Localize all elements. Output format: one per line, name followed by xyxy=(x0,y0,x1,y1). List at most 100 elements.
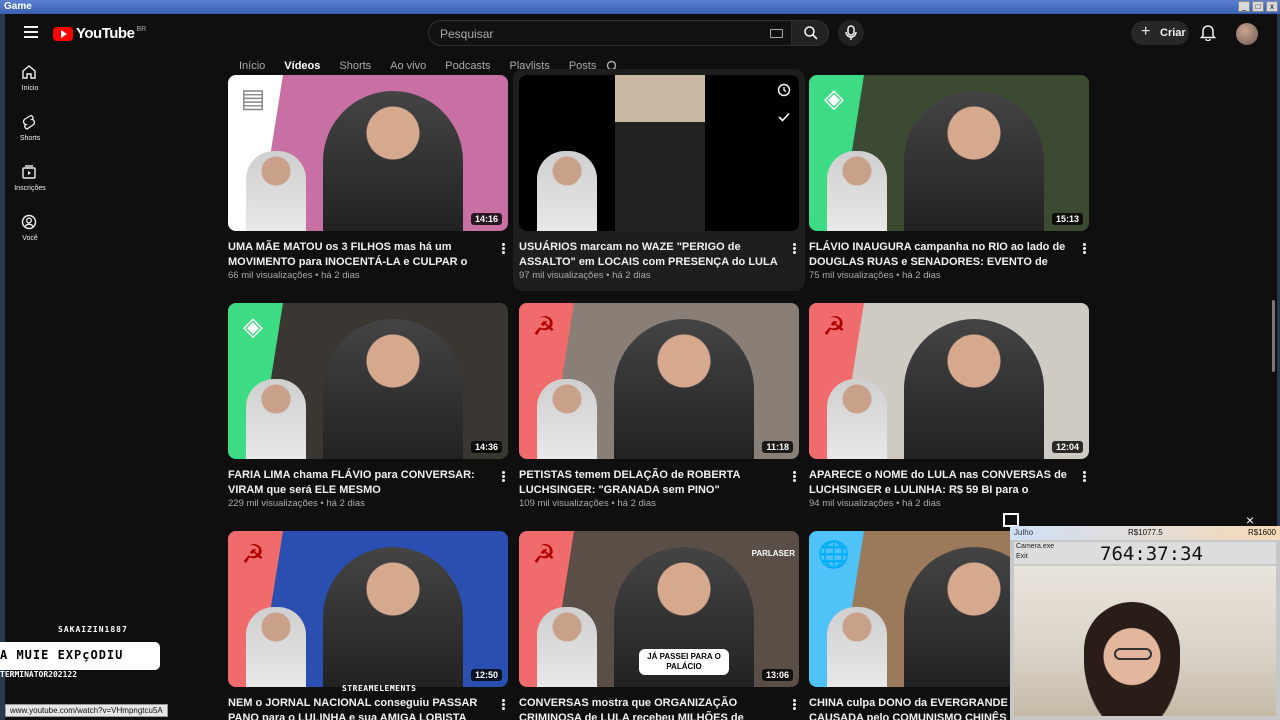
video-card[interactable]: ◈ 15:13 FLÁVIO INAUGURA campanha no RIO ao… xyxy=(809,75,1089,281)
thumbnail-subject xyxy=(323,547,463,687)
tab-home[interactable]: Início xyxy=(239,60,265,76)
video-card[interactable]: ◈ 14:36 FARIA LIMA chama FLÁVIO para CONVE… xyxy=(228,303,508,509)
sidebar: Início Shorts Inscrições Você xyxy=(5,54,55,254)
alert-message: A MUIE EXPçODIU xyxy=(0,648,124,662)
video-thumbnail[interactable]: ☭ JÁ PASSEI PARA O PALÁCIO PARLASER 13:06 xyxy=(519,531,799,687)
sidebar-item-label: Inscrições xyxy=(14,185,46,192)
video-card[interactable]: USUÁRIOS marcam no WAZE "PERIGO de ASSAL… xyxy=(513,69,805,291)
video-title[interactable]: USUÁRIOS marcam no WAZE "PERIGO de ASSAL… xyxy=(519,240,783,270)
video-duration: 14:36 xyxy=(470,441,502,453)
video-card[interactable]: ☭ 12:50 NEM o JORNAL NACIONAL conseguiu PA… xyxy=(228,531,508,720)
thumbnail-caption: JÁ PASSEI PARA O PALÁCIO xyxy=(639,649,729,675)
host-bearded-man xyxy=(246,379,306,459)
more-options-icon[interactable] xyxy=(1079,242,1089,256)
create-label: Criar xyxy=(1160,27,1186,39)
scrollbar-thumb[interactable] xyxy=(1272,300,1275,372)
cam-menu[interactable]: Exit xyxy=(1016,553,1028,560)
video-title[interactable]: APARECE o NOME do LULA nas CONVERSAS de … xyxy=(809,468,1073,498)
shorts-icon xyxy=(22,114,36,130)
host-bearded-man xyxy=(246,151,306,231)
video-title[interactable]: PETISTAS temem DELAÇÃO de ROBERTA LUCHSI… xyxy=(519,468,783,498)
thumbnail-subject xyxy=(323,319,463,459)
streamelements-label: STREAMELEMENTS xyxy=(342,684,417,693)
video-duration: 14:16 xyxy=(470,213,502,225)
window-titlebar: Game _ □ x xyxy=(0,0,1280,14)
home-icon xyxy=(22,65,36,79)
sidebar-item-shorts[interactable]: Shorts xyxy=(5,114,55,158)
hammer-sickle-icon: ☭ xyxy=(241,539,265,569)
cam-header: Julho R$1077.5 R$1600 xyxy=(1010,526,1280,540)
video-age: há 2 dias xyxy=(902,270,941,281)
voice-search-button[interactable] xyxy=(838,20,864,46)
tab-shorts[interactable]: Shorts xyxy=(339,60,371,76)
host-bearded-man xyxy=(827,607,887,687)
video-age: há 2 dias xyxy=(326,498,365,509)
video-title[interactable]: CONVERSAS mostra que ORGANIZAÇÃO CRIMINO… xyxy=(519,696,783,720)
sidebar-item-subscriptions[interactable]: Inscrições xyxy=(5,164,55,208)
brazil-flag-icon: ◈ xyxy=(243,311,263,341)
video-card[interactable]: ▤ 14:16 UMA MÃE MATOU os 3 FILHOS mas há u… xyxy=(228,75,508,281)
tab-podcasts[interactable]: Podcasts xyxy=(445,60,490,76)
thumbnail-top-label-text: PARLASER xyxy=(751,549,795,558)
more-options-icon[interactable] xyxy=(498,470,508,484)
more-options-icon[interactable] xyxy=(789,470,799,484)
account-avatar[interactable] xyxy=(1236,23,1258,45)
hammer-sickle-icon: ☭ xyxy=(532,311,556,341)
sidebar-item-label: Você xyxy=(22,235,38,242)
video-metadata: 229 mil visualizações • há 2 dias xyxy=(228,498,365,509)
video-thumbnail[interactable]: ◈ 15:13 xyxy=(809,75,1089,231)
minimize-button[interactable]: _ xyxy=(1238,1,1250,12)
host-bearded-man xyxy=(537,151,597,231)
thumbnail-caption-text: JÁ PASSEI PARA O PALÁCIO xyxy=(647,652,721,671)
video-thumbnail[interactable]: ◈ 14:36 xyxy=(228,303,508,459)
video-card[interactable]: ☭ 12:04 APARECE o NOME do LULA nas CONVERS… xyxy=(809,303,1089,509)
cam-app-name: Camera.exe xyxy=(1016,543,1055,550)
keyboard-icon[interactable] xyxy=(770,29,783,38)
sidebar-item-home[interactable]: Início xyxy=(5,64,55,108)
alert-username-2: TERMINATOR202122 xyxy=(0,670,78,679)
tab-live[interactable]: Ao vivo xyxy=(390,60,426,76)
video-title[interactable]: NEM o JORNAL NACIONAL conseguiu PASSAR P… xyxy=(228,696,492,720)
video-thumbnail[interactable] xyxy=(519,75,799,231)
page-scrollbar[interactable] xyxy=(1271,54,1277,720)
video-title[interactable]: UMA MÃE MATOU os 3 FILHOS mas há um MOVI… xyxy=(228,240,492,270)
maximize-button[interactable]: □ xyxy=(1252,1,1264,12)
notifications-bell-icon[interactable] xyxy=(1199,24,1220,44)
video-title[interactable]: FLÁVIO INAUGURA campanha no RIO ao lado … xyxy=(809,240,1073,270)
video-thumbnail[interactable]: ☭ 11:18 xyxy=(519,303,799,459)
more-options-icon[interactable] xyxy=(498,242,508,256)
video-thumbnail[interactable]: ▤ 14:16 xyxy=(228,75,508,231)
video-thumbnail[interactable]: ☭ 12:04 xyxy=(809,303,1089,459)
video-views: 229 mil visualizações xyxy=(228,498,318,509)
search-input[interactable]: Pesquisar xyxy=(428,20,792,46)
youtube-logo[interactable]: YouTube BR xyxy=(53,25,146,42)
video-views: 66 mil visualizações xyxy=(228,270,313,281)
search-button[interactable] xyxy=(791,20,829,46)
create-button[interactable]: + Criar xyxy=(1131,21,1189,45)
close-window-button[interactable]: x xyxy=(1266,1,1278,12)
thumbnail-subject xyxy=(614,319,754,459)
more-options-icon[interactable] xyxy=(1079,470,1089,484)
plus-icon: + xyxy=(1141,23,1151,40)
video-thumbnail[interactable]: ☭ 12:50 xyxy=(228,531,508,687)
host-bearded-man xyxy=(537,607,597,687)
add-to-queue-check-icon[interactable] xyxy=(777,110,791,124)
more-options-icon[interactable] xyxy=(789,698,799,712)
video-title[interactable]: FARIA LIMA chama FLÁVIO para CONVERSAR: … xyxy=(228,468,492,498)
tab-videos[interactable]: Vídeos xyxy=(284,60,320,76)
video-card[interactable]: ☭ 11:18 PETISTAS temem DELAÇÃO de ROBERTA … xyxy=(519,303,799,509)
cam-expand-icon[interactable] xyxy=(1003,513,1019,527)
webcam-feed xyxy=(1014,566,1276,716)
video-views: 109 mil visualizações xyxy=(519,498,609,509)
video-card[interactable]: ☭ JÁ PASSEI PARA O PALÁCIO PARLASER 13:06 CO… xyxy=(519,531,799,720)
cam-close-icon[interactable]: × xyxy=(1242,513,1258,527)
brazil-flag-icon: ◈ xyxy=(824,83,844,113)
country-code: BR xyxy=(136,26,147,33)
menu-icon[interactable] xyxy=(21,23,41,43)
sidebar-item-label: Início xyxy=(21,85,39,92)
more-options-icon[interactable] xyxy=(789,242,799,256)
sidebar-item-you[interactable]: Você xyxy=(5,214,55,258)
more-options-icon[interactable] xyxy=(498,698,508,712)
watch-later-icon[interactable] xyxy=(777,83,791,97)
screen: Game _ □ x YouTube BR Pesquisar + Criar xyxy=(0,0,1280,720)
